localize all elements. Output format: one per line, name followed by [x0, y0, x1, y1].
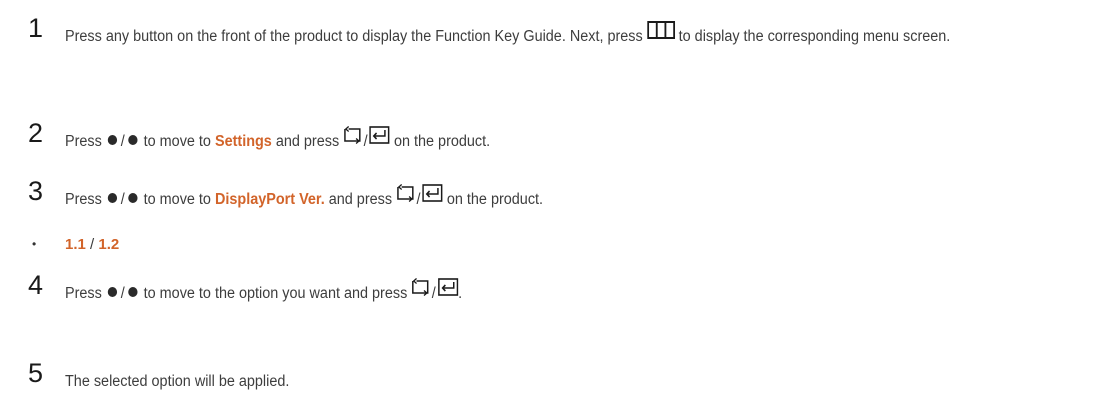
bullet: • [32, 237, 37, 251]
return-icon [343, 122, 362, 158]
return-icon [411, 274, 430, 310]
step-text: The selected option will be applied. [65, 364, 1023, 400]
option-values: 1.1 / 1.2 [65, 234, 119, 256]
suffix-label: . [458, 285, 463, 303]
slash: / [416, 191, 421, 209]
press-label: Press [65, 285, 102, 303]
suffix-label: on the product. [393, 133, 491, 151]
step-number: 5 [28, 358, 44, 388]
step-number: 4 [28, 270, 44, 300]
menu-target: DisplayPort Ver. [214, 191, 325, 209]
slash: / [120, 191, 125, 209]
option-1-2: 1.2 [98, 236, 120, 253]
step-number: 1 [28, 13, 44, 43]
slash: / [431, 285, 436, 303]
joystick-dot-icon [128, 287, 138, 297]
joystick-dot-icon [107, 287, 118, 297]
slash: / [363, 133, 368, 151]
step-text: Press any button on the front of the pro… [65, 19, 1023, 55]
return-icon [396, 180, 415, 216]
step-5-text: The selected option will be applied. [65, 373, 290, 390]
move-to-label: to move to [143, 191, 211, 209]
joystick-dot-icon [128, 135, 138, 145]
joystick-dot-icon [128, 193, 138, 203]
source-enter-icon [422, 180, 443, 216]
and-press-label: and press [275, 133, 340, 151]
joystick-dot-icon [107, 193, 118, 203]
step-text-part1: Press any button on the front of the pro… [65, 28, 643, 46]
step-text: Press / to move to Settings and press / … [65, 124, 1023, 160]
step-number: 3 [28, 176, 44, 206]
joystick-dot-icon [107, 135, 118, 145]
step-text: Press / to move to the option you want a… [65, 276, 1023, 312]
press-label: Press [65, 133, 102, 151]
suffix-label: on the product. [446, 191, 544, 209]
source-enter-icon [437, 274, 458, 310]
step-number: 2 [28, 118, 44, 148]
and-press-label: and press [328, 191, 393, 209]
move-to-label: to move to [143, 133, 211, 151]
source-enter-icon [369, 122, 390, 158]
menu-target: Settings [214, 133, 272, 151]
move-to-label: to move to the option you want and press [143, 285, 408, 303]
menu-grid-icon [646, 17, 675, 53]
option-separator: / [90, 236, 95, 253]
slash: / [120, 285, 125, 303]
step-text-part2: to display the corresponding menu screen… [678, 28, 951, 46]
slash: / [120, 133, 125, 151]
option-1-1: 1.1 [65, 236, 86, 253]
step-text: Press / to move to DisplayPort Ver. and … [65, 182, 1023, 218]
press-label: Press [65, 191, 102, 209]
